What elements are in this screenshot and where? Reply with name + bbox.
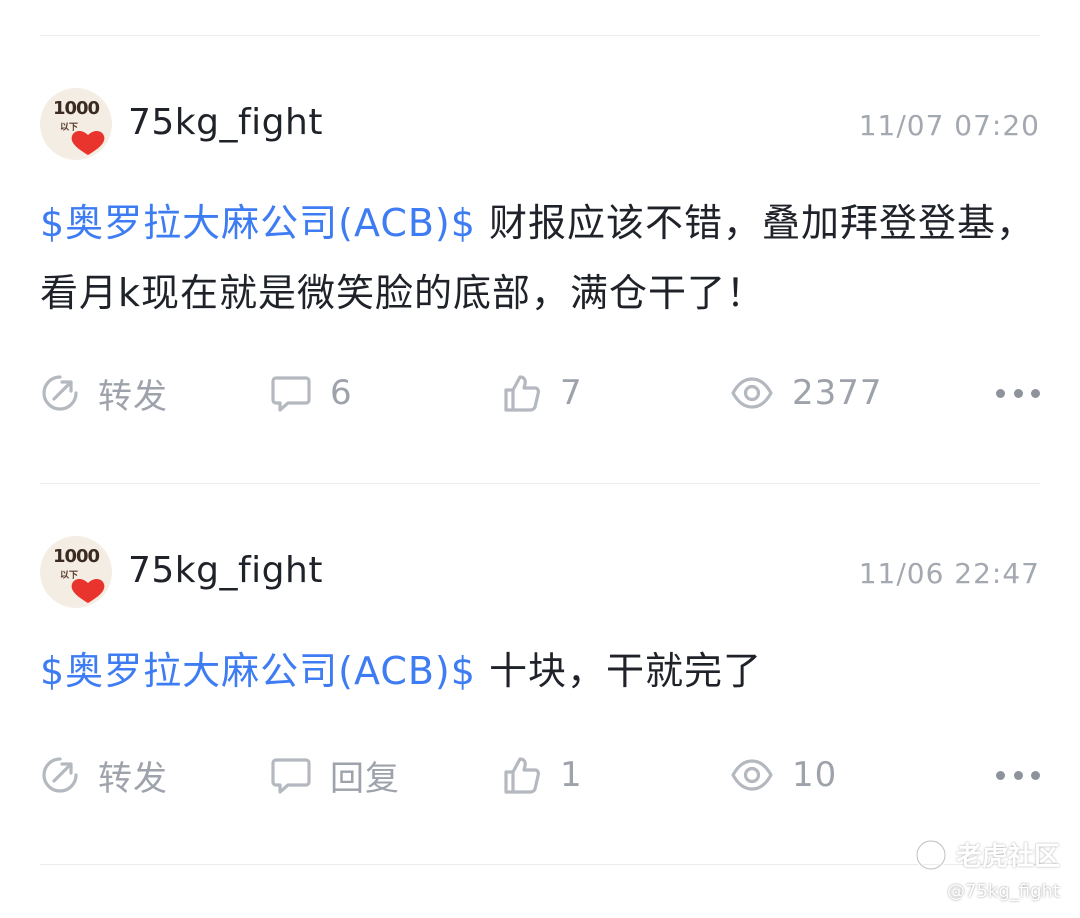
tiger-logo-icon [915,839,947,870]
repost-button[interactable]: 转发 [40,750,168,800]
stock-link[interactable]: $奥罗拉大麻公司(ACB)$ [40,201,476,245]
like-count: 1 [560,755,583,795]
view-count: 10 [792,755,838,795]
eye-icon [731,759,773,791]
watermark: 老虎社区 @75kg_fight [860,836,1060,902]
like-button[interactable]: 1 [502,750,583,800]
more-dot [1031,770,1040,780]
watermark-brand-row: 老虎社区 [860,836,1060,873]
repost-label: 转发 [98,376,168,417]
like-count: 7 [560,373,583,413]
avatar[interactable]: 1000 以下 [40,536,112,608]
username[interactable]: 75kg_fight [128,98,323,148]
avatar[interactable]: 1000 以下 [40,88,112,160]
comment-button[interactable]: 6 [270,368,353,418]
stock-link[interactable]: $奥罗拉大麻公司(ACB)$ [40,649,476,693]
more-dot [1013,388,1023,398]
comment-icon [271,758,311,794]
like-button[interactable]: 7 [502,368,583,418]
username[interactable]: 75kg_fight [128,546,323,596]
post-timestamp: 11/07 07:20 [858,109,1040,142]
post-card[interactable]: 1000 以下 75kg_fight 11/07 07:20 $奥罗拉大麻公司(… [40,88,1040,428]
reply-button[interactable]: 回复 [270,750,400,800]
more-dot [1013,770,1023,780]
repost-button[interactable]: 转发 [40,368,168,418]
thumbs-up-icon [504,757,540,794]
more-dot [1031,388,1040,398]
eye-icon [731,377,773,409]
action-bar: 转发 回复 1 10 [40,750,1040,800]
post-divider [40,483,1040,484]
repost-icon [42,757,78,793]
more-button[interactable] [996,762,1040,788]
post-timestamp: 11/06 22:47 [858,557,1040,590]
top-divider [40,35,1040,36]
heart-icon [71,578,105,603]
reply-label: 回复 [330,758,400,799]
post-card[interactable]: 1000 以下 75kg_fight 11/06 22:47 $奥罗拉大麻公司(… [40,536,1040,826]
thumbs-up-icon [504,375,540,412]
post-content: $奥罗拉大麻公司(ACB)$ 财报应该不错，叠加拜登登基，看月k现在就是微笑脸的… [40,188,1040,328]
more-dot [996,770,1005,780]
watermark-brand: 老虎社区 [955,842,1060,872]
post-text: 十块，干就完了 [489,649,763,693]
post-content: $奥罗拉大麻公司(ACB)$ 十块，干就完了 [40,636,1040,706]
more-dot [996,388,1005,398]
comment-count: 6 [330,373,353,413]
repost-icon [42,375,78,411]
heart-icon [71,130,105,155]
views-indicator: 2377 [730,368,883,418]
avatar-number: 1000 [52,98,100,119]
views-indicator: 10 [730,750,837,800]
action-bar: 转发 6 7 2377 [40,368,1040,418]
comment-icon [271,376,311,412]
watermark-user: @75kg_fight [947,881,1060,902]
repost-label: 转发 [98,758,168,799]
more-button[interactable] [996,380,1040,406]
view-count: 2377 [792,373,883,413]
avatar-number: 1000 [52,546,100,567]
